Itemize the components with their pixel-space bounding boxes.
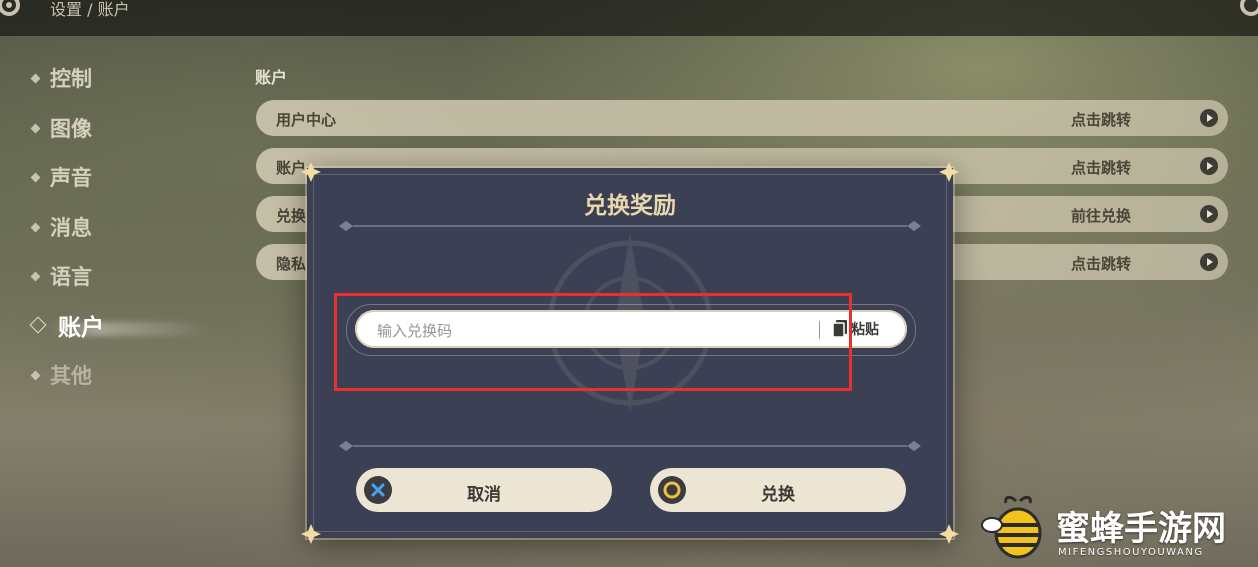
corner-ornament-icon — [301, 162, 321, 182]
redeem-confirm-button[interactable]: 兑换 — [650, 468, 906, 512]
arrow-right-icon[interactable] — [1200, 205, 1218, 223]
row-action-text: 点击跳转 — [1070, 159, 1131, 177]
corner-ornament-icon — [301, 524, 321, 544]
sidebar-item-label: 声音 — [50, 166, 92, 190]
arrow-right-icon[interactable] — [1200, 157, 1218, 175]
site-watermark: 蜜蜂手游网 MIFENGSHOUYOUWANG — [980, 495, 1250, 565]
arrow-right-icon[interactable] — [1200, 253, 1218, 271]
highlight-annotation-box — [334, 293, 852, 391]
row-label: 隐私 — [276, 255, 307, 273]
sidebar-item-label: 语言 — [50, 265, 92, 289]
watermark-subtext: MIFENGSHOUYOUWANG — [1058, 547, 1204, 558]
row-action-text: 点击跳转 — [1070, 111, 1131, 129]
ornament-divider — [339, 441, 921, 451]
paste-label: 粘贴 — [851, 322, 879, 338]
diamond-bullet-icon — [30, 271, 41, 281]
sidebar-item-language[interactable]: 语言 — [28, 258, 188, 294]
watermark-text: 蜜蜂手游网 — [1056, 509, 1226, 549]
sidebar-item-messages[interactable]: 消息 — [28, 209, 188, 245]
top-bar: 设置 / 账户 — [0, 0, 1258, 36]
row-label: 兑换 — [276, 207, 307, 225]
ornament-divider — [339, 221, 921, 231]
confirm-label: 兑换 — [761, 485, 795, 505]
diamond-bullet-icon — [30, 73, 41, 83]
row-action-text: 前往兑换 — [1070, 207, 1131, 225]
cancel-label: 取消 — [467, 485, 501, 505]
breadcrumb: 设置 / 账户 — [50, 0, 130, 19]
section-title: 账户 — [255, 68, 288, 87]
bee-logo-icon — [981, 495, 1042, 559]
sidebar-item-sound[interactable]: 声音 — [28, 159, 188, 195]
corner-ornament-icon — [939, 162, 959, 182]
diamond-bullet-icon — [30, 172, 41, 182]
diamond-bullet-icon — [30, 222, 41, 232]
settings-row-user-center[interactable]: 用户中心 点击跳转 — [256, 100, 1228, 136]
sidebar-item-label: 消息 — [50, 216, 92, 240]
sidebar-item-other[interactable]: 其他 — [28, 357, 188, 393]
sidebar-item-label: 图像 — [50, 117, 92, 141]
sidebar-item-label: 控制 — [50, 67, 92, 91]
diamond-outline-icon — [29, 316, 47, 334]
sidebar-item-label: 其他 — [50, 364, 92, 388]
arrow-right-icon[interactable] — [1200, 109, 1218, 127]
close-gear-icon[interactable] — [1236, 0, 1258, 20]
diamond-bullet-icon — [30, 370, 41, 380]
cancel-button[interactable]: 取消 — [356, 468, 612, 512]
sidebar-item-controls[interactable]: 控制 — [28, 60, 188, 96]
diamond-bullet-icon — [30, 123, 41, 133]
row-action-text: 点击跳转 — [1070, 255, 1131, 273]
active-item-glow — [50, 322, 210, 336]
row-label: 用户中心 — [276, 111, 337, 129]
corner-ornament-icon — [939, 524, 959, 544]
settings-gear-icon — [0, 0, 20, 16]
dialog-title: 兑换奖励 — [584, 193, 676, 219]
sidebar-item-graphics[interactable]: 图像 — [28, 110, 188, 146]
